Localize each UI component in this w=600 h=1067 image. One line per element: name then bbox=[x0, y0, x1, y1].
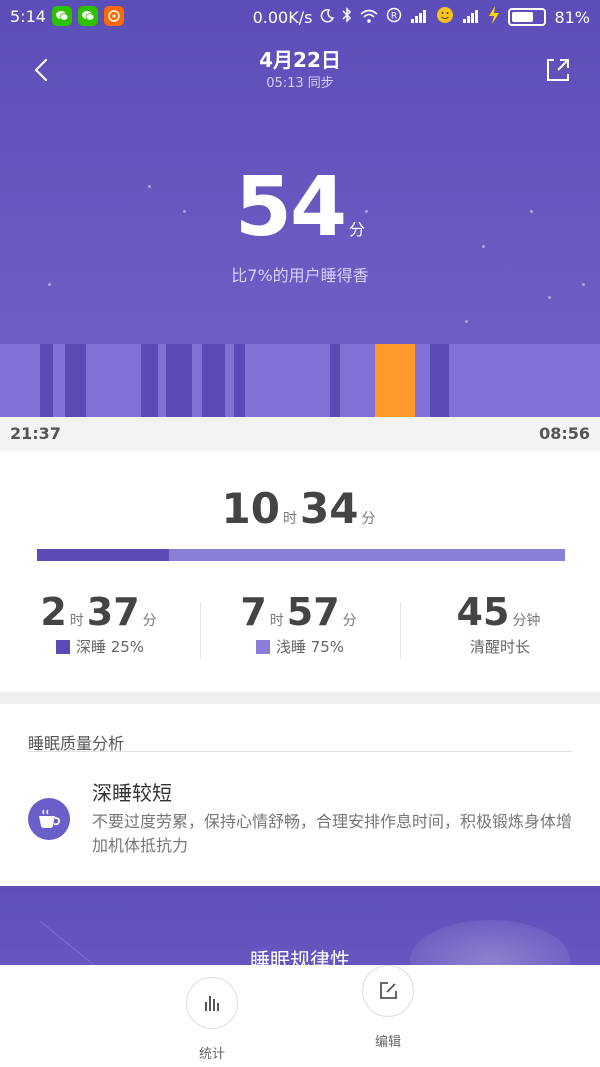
share-button[interactable] bbox=[538, 50, 578, 90]
timeline-deep-sleep bbox=[141, 344, 158, 417]
wechat-icon bbox=[51, 6, 72, 26]
stat-divider bbox=[400, 602, 401, 658]
analysis-item-text: 不要过度劳累，保持心情舒畅，合理安排作息时间，积极锻炼身体增加机体抵抗力 bbox=[92, 812, 573, 855]
deep-hours: 2 bbox=[40, 590, 67, 634]
deep-sleep-label: 深睡 25% bbox=[75, 638, 145, 656]
deep-minutes: 37 bbox=[86, 590, 140, 634]
light-sleep-label: 浅睡 75% bbox=[275, 638, 345, 656]
sleep-stats: 2 时37 分 深睡 25% 7 时57 分 浅睡 75% 45 分钟 清醒时长 bbox=[0, 590, 600, 670]
duration-minutes: 34 bbox=[300, 484, 359, 533]
battery-icon bbox=[508, 8, 547, 26]
sync-status: 05:13 同步 bbox=[266, 76, 334, 91]
duration-hours: 10 bbox=[221, 484, 280, 533]
status-time: 5:14 bbox=[10, 6, 46, 26]
deep-sleep-ratio bbox=[37, 549, 169, 561]
edit-icon bbox=[380, 982, 397, 999]
battery-percent: 81% bbox=[554, 7, 590, 27]
timeline-deep-sleep bbox=[65, 344, 86, 417]
orange-app-icon bbox=[103, 6, 124, 26]
sleep-score: 54 分 bbox=[0, 160, 600, 255]
analysis-item-title: 深睡较短 bbox=[92, 781, 172, 805]
signal-icon bbox=[462, 8, 480, 27]
awake-value: 45 bbox=[456, 590, 510, 634]
sleep-start-time: 21:37 bbox=[10, 424, 61, 443]
score-comparison: 比7%的用户睡得香 bbox=[231, 266, 369, 285]
coffee-cup-icon bbox=[28, 798, 70, 840]
timeline-awake bbox=[375, 344, 415, 417]
network-speed: 0.00K/s bbox=[252, 7, 313, 27]
sleep-end-time: 08:56 bbox=[539, 424, 590, 443]
status-bar: 5:14 0.00K/s R 81% bbox=[0, 0, 600, 32]
timeline-time-axis: 21:37 08:56 bbox=[0, 417, 600, 451]
light-sleep-stat: 7 时57 分 浅睡 75% bbox=[200, 590, 400, 657]
moon-icon bbox=[320, 8, 335, 27]
timeline-deep-sleep bbox=[40, 344, 53, 417]
timeline-deep-sleep bbox=[166, 344, 192, 417]
sleep-detail-page: 5:14 0.00K/s R 81% 4月22日 05:13 同步 54 分 比… bbox=[0, 0, 600, 1067]
page-title: 4月22日 bbox=[259, 48, 341, 72]
awake-label: 清醒时长 bbox=[469, 638, 530, 656]
deep-sleep-legend bbox=[55, 639, 70, 654]
duration-minutes-unit: 分 bbox=[361, 511, 376, 527]
sleep-timeline[interactable] bbox=[0, 344, 600, 417]
score-value: 54 bbox=[234, 160, 347, 255]
light-minutes-unit: 分 bbox=[342, 613, 357, 629]
timeline-deep-sleep bbox=[202, 344, 225, 417]
sleep-ratio-bar bbox=[37, 549, 565, 561]
light-hours-unit: 时 bbox=[269, 613, 284, 629]
top-navigation: 4月22日 05:13 同步 bbox=[0, 40, 600, 96]
tab-edit[interactable]: 编辑 bbox=[348, 965, 428, 1050]
bottom-tab-bar: 统计 编辑 bbox=[0, 965, 600, 1067]
share-icon bbox=[547, 59, 569, 81]
timeline-deep-sleep bbox=[330, 344, 340, 417]
timeline-deep-sleep bbox=[234, 344, 245, 417]
section-separator bbox=[0, 692, 600, 704]
tab-statistics[interactable]: 统计 bbox=[172, 977, 252, 1062]
timeline-light-sleep bbox=[0, 344, 600, 417]
duration-hours-unit: 时 bbox=[283, 511, 297, 527]
wechat-icon bbox=[77, 6, 98, 26]
wifi-icon bbox=[360, 8, 378, 27]
awake-stat: 45 分钟 清醒时长 bbox=[400, 590, 600, 657]
star-decoration bbox=[465, 320, 468, 323]
bar-chart-icon bbox=[205, 996, 219, 1011]
bluetooth-icon bbox=[342, 7, 352, 27]
light-sleep-legend bbox=[255, 639, 270, 654]
star-decoration bbox=[548, 296, 551, 299]
score-unit: 分 bbox=[349, 220, 366, 239]
charging-icon bbox=[488, 6, 500, 28]
deep-minutes-unit: 分 bbox=[142, 613, 157, 629]
light-hours: 7 bbox=[240, 590, 267, 634]
stat-divider bbox=[200, 602, 201, 658]
total-duration: 10 时34 分 bbox=[0, 484, 600, 533]
tab-edit-label: 编辑 bbox=[374, 1035, 401, 1050]
r-icon: R bbox=[386, 7, 402, 27]
awake-unit: 分钟 bbox=[512, 613, 541, 629]
emoji-icon bbox=[436, 6, 454, 28]
battery-level bbox=[512, 12, 534, 22]
timeline-deep-sleep bbox=[430, 344, 449, 417]
signal-icon bbox=[410, 8, 428, 27]
deep-hours-unit: 时 bbox=[69, 613, 84, 629]
svg-text:R: R bbox=[391, 12, 397, 22]
light-minutes: 57 bbox=[286, 590, 340, 634]
section-divider bbox=[28, 751, 572, 752]
tab-statistics-label: 统计 bbox=[198, 1047, 225, 1062]
deep-sleep-stat: 2 时37 分 深睡 25% bbox=[0, 590, 200, 657]
